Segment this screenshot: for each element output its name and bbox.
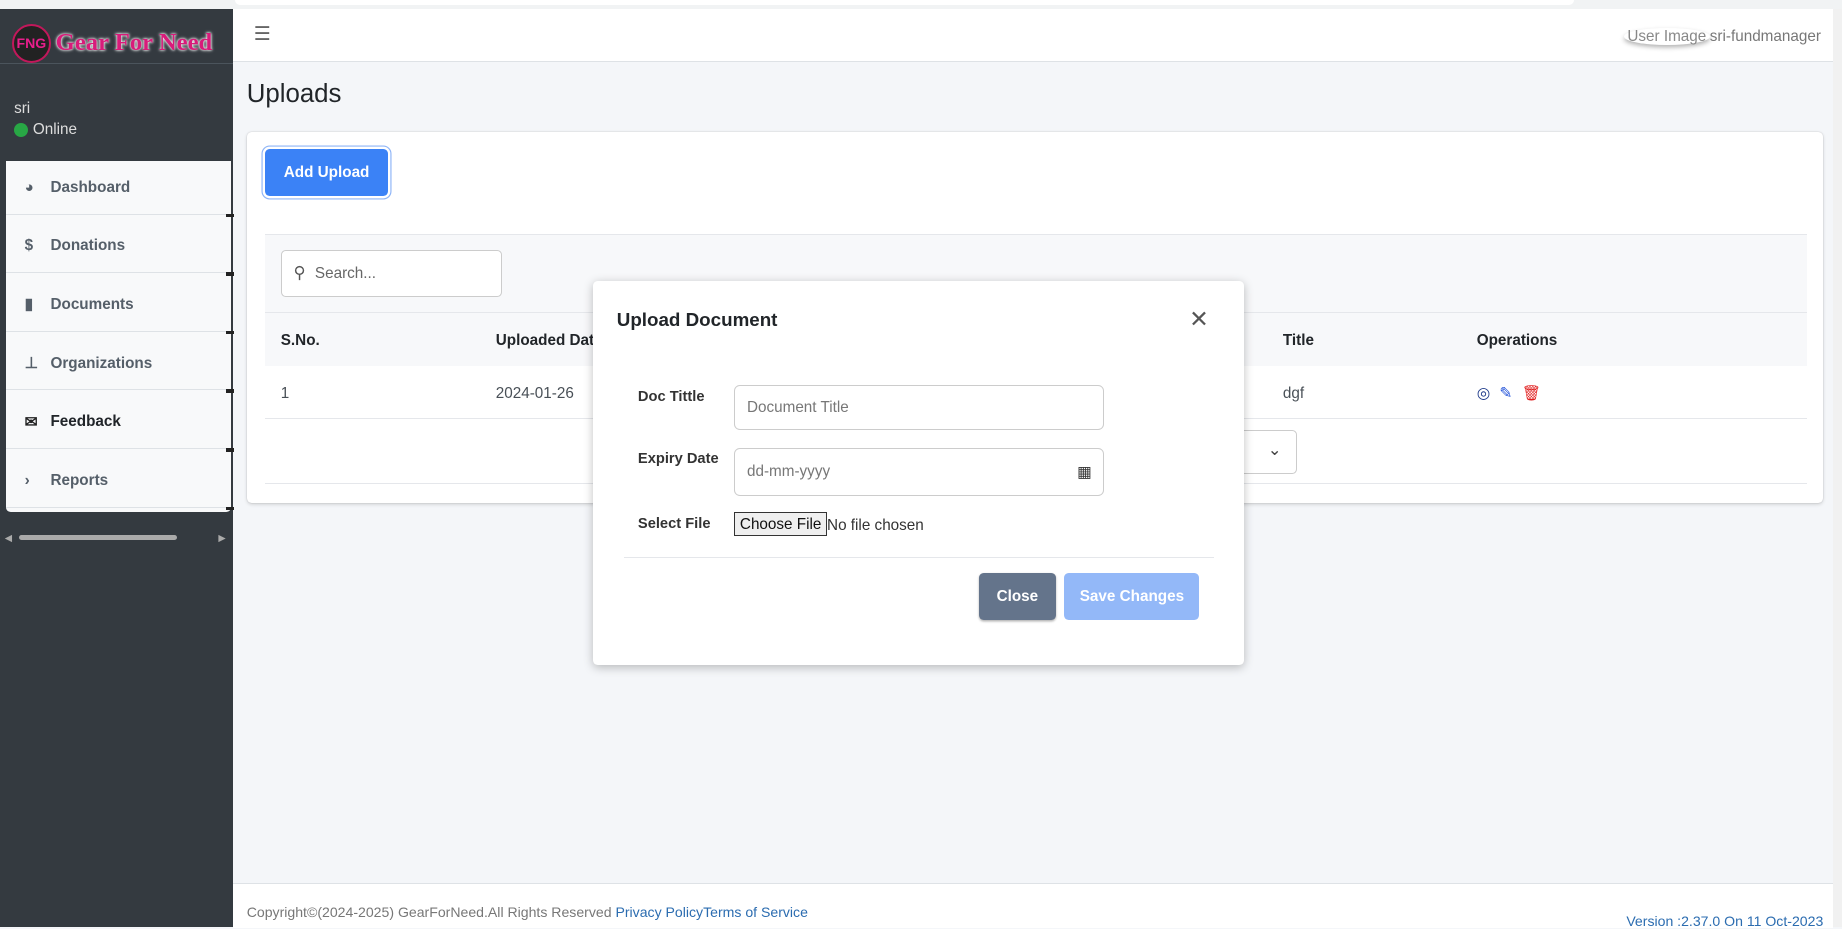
sidebar-item-organizations[interactable]: ⊥ Organizations (5, 336, 234, 393)
page-title: Uploads (246, 79, 342, 108)
column-title[interactable]: Title (1283, 332, 1314, 349)
column-uploaded-date[interactable]: Uploaded Dat (496, 332, 594, 349)
doc-title-label: Doc Tittle (637, 388, 705, 405)
footer: Copyright©(2024-2025) GearForNeed.All Ri… (232, 883, 1833, 929)
user-name: sri (14, 99, 31, 117)
expiry-date-input[interactable]: dd-mm-yyyy ▦ (734, 447, 1105, 496)
calendar-icon[interactable]: ▦ (1077, 463, 1091, 481)
edit-icon[interactable]: ✎ (1499, 384, 1512, 402)
upload-document-modal: Upload Document ✕ Doc Tittle Document Ti… (593, 280, 1245, 665)
page-scrollbar[interactable] (1832, 9, 1842, 927)
sidebar-item-reports[interactable]: › Reports (5, 453, 234, 510)
search-input[interactable]: ⚲ Search... (280, 250, 503, 297)
sidebar-item-donations[interactable]: $ Donations (5, 219, 234, 276)
expiry-date-label: Expiry Date (637, 451, 719, 468)
choose-file-button[interactable]: Choose File (734, 512, 828, 536)
search-icon: ⚲ (293, 264, 306, 283)
save-changes-button[interactable]: Save Changes (1064, 573, 1200, 621)
logo-mark: FNG (11, 23, 51, 64)
browser-strip (0, 0, 1842, 10)
doc-title-input[interactable]: Document Title (734, 385, 1105, 430)
column-operations: Operations (1476, 332, 1558, 350)
user-menu[interactable]: User Image sri-fundmanager (1624, 28, 1821, 45)
modal-title: Upload Document (616, 308, 778, 330)
sidebar-menu: ◕ Dashboard $ Donations ▮ Documents ⊥ Organi… (5, 160, 234, 513)
cell-date: 2024-01-26 (495, 385, 574, 403)
sidebar-item-dashboard[interactable]: ◕ Dashboard (5, 160, 234, 218)
add-upload-button[interactable]: Add Upload (265, 149, 388, 197)
menu-toggle-icon[interactable]: ☰ (254, 23, 271, 45)
divider (623, 556, 1214, 558)
file-status: No file chosen (827, 516, 924, 534)
online-status-icon (14, 122, 29, 137)
envelope-icon: ✉ (24, 413, 38, 431)
copyright: Copyright©(2024-2025) GearForNeed.All Ri… (246, 904, 616, 921)
header-username: sri-fundmanager (1709, 28, 1821, 46)
view-icon[interactable]: ◎ (1477, 384, 1490, 402)
column-sno[interactable]: S.No. (281, 332, 320, 349)
sitemap-icon: ⊥ (24, 355, 38, 372)
terms-link[interactable]: Terms of Service (703, 904, 808, 920)
privacy-policy-link[interactable]: Privacy Policy (615, 904, 703, 920)
file-icon: ▮ (24, 296, 34, 314)
cell-sno: 1 (280, 385, 290, 403)
donate-icon: $ (24, 237, 34, 255)
top-navbar: ☰ User Image sri-fundmanager (232, 9, 1833, 63)
close-icon[interactable]: ✕ (1182, 304, 1216, 334)
logo-text: Gear For Need (55, 29, 213, 57)
delete-icon[interactable]: 🗑 (1522, 384, 1541, 402)
version: Version :2.37.0 On 11 Oct-2023 (1626, 912, 1824, 929)
sidebar-item-documents[interactable]: ▮ Documents (5, 278, 234, 335)
user-avatar: User Image (1624, 28, 1710, 45)
select-file-label: Select File (637, 515, 711, 532)
chevron-right-icon: › (24, 471, 30, 489)
logo[interactable]: FNG Gear For Need (0, 9, 233, 65)
close-button[interactable]: Close (978, 573, 1057, 621)
sidebar-scrollbar[interactable]: ◀ ▶ (0, 530, 233, 544)
user-status: Online (32, 121, 78, 139)
cell-title: dgf (1282, 385, 1305, 403)
chevron-down-icon: ⌄ (1267, 441, 1282, 460)
chart-pie-icon: ◕ (24, 178, 34, 196)
sidebar-item-feedback[interactable]: ✉ Feedback (5, 395, 234, 452)
